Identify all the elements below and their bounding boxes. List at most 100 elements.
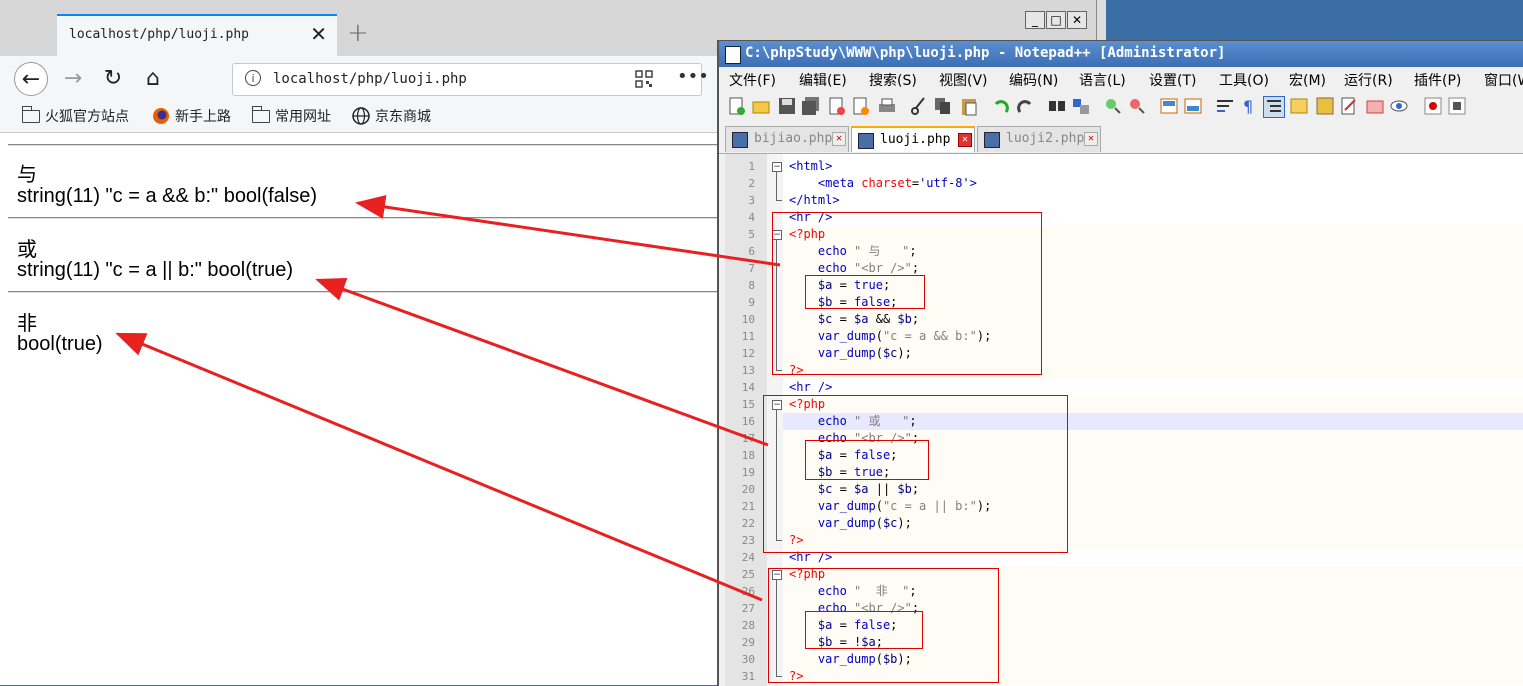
show-all-chars-icon[interactable]: ¶ <box>1239 96 1259 116</box>
minimize-icon[interactable]: _ <box>1025 11 1045 29</box>
annotation-box-not-vars <box>805 611 923 649</box>
zoom-in-icon[interactable] <box>1103 96 1123 116</box>
udl-icon[interactable] <box>1289 96 1309 116</box>
doc-map-icon[interactable] <box>1315 96 1335 116</box>
bookmark-getting-started[interactable]: 新手上路 <box>152 106 231 126</box>
page-actions-icon[interactable]: ••• <box>677 66 709 87</box>
firefox-icon <box>153 108 169 124</box>
menu-macro[interactable]: 宏(M) <box>1289 70 1326 90</box>
output-not: bool(true) <box>17 333 103 355</box>
bookmark-common-sites[interactable]: 常用网址 <box>251 105 331 126</box>
window-controls: _ □ ✕ <box>1025 11 1087 31</box>
back-icon[interactable]: ← <box>14 62 48 96</box>
home-icon[interactable]: ⌂ <box>136 62 170 96</box>
line-number: 17 <box>741 432 755 445</box>
close-all-icon[interactable] <box>851 96 871 116</box>
notepad-app-icon <box>725 46 741 64</box>
line-number: 8 <box>748 279 755 292</box>
qr-code-icon[interactable] <box>635 70 653 88</box>
close-tab-icon[interactable]: ✕ <box>1084 132 1098 146</box>
line-number: 11 <box>741 330 755 343</box>
line-number: 15 <box>741 398 755 411</box>
menu-encoding[interactable]: 编码(N) <box>1009 70 1058 90</box>
code-line[interactable]: <hr /> <box>789 379 832 396</box>
menu-bar: 文件(F) 编辑(E) 搜索(S) 视图(V) 编码(N) 语言(L) 设置(T… <box>719 67 1523 91</box>
code-line[interactable]: </html> <box>789 192 840 209</box>
close-tab-icon[interactable]: ✕ <box>958 133 972 147</box>
close-tab-icon[interactable]: ✕ <box>832 132 846 146</box>
output-and: string(11) "c = a && b:" bool(false) <box>17 185 318 207</box>
code-line[interactable]: <meta charset='utf-8'> <box>789 175 977 192</box>
print-icon[interactable] <box>877 96 897 116</box>
output-or: string(11) "c = a || b:" bool(true) <box>17 259 293 281</box>
line-number: 10 <box>741 313 755 326</box>
close-window-icon[interactable]: ✕ <box>1067 11 1087 29</box>
save-icon[interactable] <box>777 96 797 116</box>
new-file-icon[interactable] <box>727 96 747 116</box>
bookmark-firefox-official[interactable]: 火狐官方站点 <box>21 105 129 126</box>
browser-tab[interactable]: localhost/php/luoji.php ✕ <box>57 14 337 56</box>
sync-horizontal-icon[interactable] <box>1183 96 1203 116</box>
menu-file[interactable]: 文件(F) <box>729 70 776 90</box>
menu-language[interactable]: 语言(L) <box>1079 70 1126 90</box>
tab-bijiao[interactable]: bijiao.php ✕ <box>725 126 849 152</box>
label-or: 或 <box>17 239 37 261</box>
undo-icon[interactable] <box>991 96 1011 116</box>
fold-end <box>776 200 782 201</box>
menu-search[interactable]: 搜索(S) <box>869 70 917 90</box>
forward-icon[interactable]: → <box>56 62 90 96</box>
function-list-icon[interactable] <box>1339 96 1359 116</box>
menu-tools[interactable]: 工具(O) <box>1219 70 1269 90</box>
close-file-icon[interactable] <box>827 96 847 116</box>
stop-macro-icon[interactable] <box>1447 96 1467 116</box>
zoom-out-icon[interactable] <box>1127 96 1147 116</box>
menu-plugins[interactable]: 插件(P) <box>1414 70 1461 90</box>
line-number: 4 <box>748 211 755 224</box>
code-line[interactable]: <html> <box>789 158 832 175</box>
menu-edit[interactable]: 编辑(E) <box>799 70 847 90</box>
close-tab-icon[interactable]: ✕ <box>310 22 327 46</box>
url-bar[interactable]: i localhost/php/luoji.php ••• <box>232 63 709 96</box>
monitoring-icon[interactable] <box>1389 96 1409 116</box>
reload-icon[interactable]: ↻ <box>96 62 130 96</box>
line-number: 2 <box>748 177 755 190</box>
globe-icon <box>352 107 370 125</box>
line-number: 1 <box>748 160 755 173</box>
folder-workspace-icon[interactable] <box>1365 96 1385 116</box>
file-saved-icon <box>858 133 874 149</box>
tab-luoji[interactable]: luoji.php ✕ <box>851 126 975 152</box>
new-tab-icon[interactable]: + <box>347 18 369 48</box>
line-number: 29 <box>741 636 755 649</box>
tab-label: bijiao.php <box>754 131 833 146</box>
fold-line <box>776 172 777 200</box>
line-number: 23 <box>741 534 755 547</box>
line-number: 30 <box>741 653 755 666</box>
menu-run[interactable]: 运行(R) <box>1344 70 1393 90</box>
menu-settings[interactable]: 设置(T) <box>1149 70 1196 90</box>
tab-label: luoji2.php <box>1006 131 1085 146</box>
record-macro-icon[interactable] <box>1423 96 1443 116</box>
open-file-icon[interactable] <box>751 96 771 116</box>
copy-icon[interactable] <box>933 96 953 116</box>
bookmark-jd[interactable]: 京东商城 <box>352 106 431 126</box>
paste-icon[interactable] <box>959 96 979 116</box>
maximize-icon[interactable]: □ <box>1046 11 1066 29</box>
menu-view[interactable]: 视图(V) <box>939 70 988 90</box>
find-icon[interactable] <box>1047 96 1067 116</box>
tab-luoji2[interactable]: luoji2.php ✕ <box>977 126 1101 152</box>
save-all-icon[interactable] <box>801 96 821 116</box>
cut-icon[interactable] <box>909 96 929 116</box>
url-text[interactable]: localhost/php/luoji.php <box>273 71 467 87</box>
word-wrap-icon[interactable] <box>1215 96 1235 116</box>
info-icon[interactable]: i <box>245 70 261 86</box>
line-number: 24 <box>741 551 755 564</box>
indent-guide-icon[interactable] <box>1263 96 1285 118</box>
fold-toggle-icon[interactable]: − <box>772 162 782 172</box>
file-saved-icon <box>732 132 748 148</box>
redo-icon[interactable] <box>1015 96 1035 116</box>
sync-vertical-icon[interactable] <box>1159 96 1179 116</box>
menu-window[interactable]: 窗口(W <box>1484 70 1523 90</box>
replace-icon[interactable] <box>1071 96 1091 116</box>
line-number: 12 <box>741 347 755 360</box>
line-number: 6 <box>748 245 755 258</box>
